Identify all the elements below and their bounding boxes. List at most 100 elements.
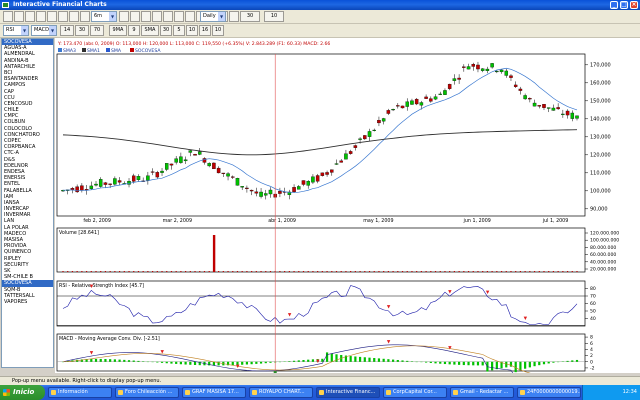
indicator-select-2[interactable]: MACD ▼: [31, 25, 57, 36]
volume-bar: [222, 271, 224, 272]
indicator-option-6[interactable]: 16: [199, 25, 211, 36]
volume-bar: [151, 271, 154, 272]
macd-histogram-bar: [505, 361, 508, 368]
interval-select[interactable]: Daily ▼: [200, 11, 226, 22]
candle-body: [504, 70, 509, 76]
toolbar-button-11[interactable]: [141, 11, 151, 22]
toolbar-button-2[interactable]: [14, 11, 24, 22]
candle-body: [155, 172, 160, 178]
window-title: Interactive Financial Charts: [13, 1, 107, 8]
indicator-param-2[interactable]: 70: [90, 25, 104, 36]
indicator-option-3[interactable]: 30: [160, 25, 172, 36]
minimize-button[interactable]: _: [610, 1, 618, 9]
chart-canvas[interactable]: Y: 173.470 (abs 0, 2009) O: 113,000 H: 1…: [55, 38, 640, 380]
candle-body: [344, 153, 348, 160]
macd-histogram-bar: [439, 361, 442, 364]
toolbar-button-7[interactable]: [69, 11, 79, 22]
close-button[interactable]: ×: [630, 1, 638, 9]
macd-histogram-bar: [349, 356, 352, 362]
volume-bar: [128, 271, 130, 272]
toolbar-button-15[interactable]: [185, 11, 195, 22]
indicator-param-1[interactable]: 30: [75, 25, 89, 36]
maximize-button[interactable]: □: [620, 1, 628, 9]
macd-histogram-bar: [193, 361, 197, 365]
candle-body: [363, 135, 367, 140]
toolbar-button-3[interactable]: [25, 11, 35, 22]
candle-body: [509, 75, 513, 78]
indicator-select-2-value: MACD: [34, 27, 49, 33]
macd-tick-label: 0: [590, 359, 593, 365]
start-button[interactable]: Inicio: [0, 385, 45, 400]
indicator-option-1[interactable]: 9: [128, 25, 140, 36]
app-icon: [118, 390, 123, 395]
volume-bar: [76, 271, 78, 272]
volume-bar: [397, 271, 399, 272]
macd-histogram-bar: [311, 359, 315, 362]
symbol-list[interactable]: SOCOVESA AGUAS-A ALMENDRAL ANDINA-B ANTARCH…: [1, 38, 54, 368]
date-label: may 1, 2009: [363, 218, 393, 224]
taskbar-item[interactable]: Gmail - Redactar ...: [450, 387, 514, 398]
macd-signal-marker: ▼: [448, 346, 452, 351]
volume-bar: [137, 271, 140, 272]
toolbar-button-5[interactable]: [47, 11, 57, 22]
indicator-param-0[interactable]: 14: [60, 25, 74, 36]
indicator-option-4[interactable]: 5: [173, 25, 185, 36]
toolbar-button-10[interactable]: [130, 11, 140, 22]
candle-body: [537, 105, 542, 107]
candle-body: [523, 95, 527, 100]
toolbar-small-0[interactable]: 30: [240, 11, 260, 22]
candle-body: [377, 120, 381, 124]
indicator-option-2[interactable]: SMA: [141, 25, 159, 36]
price-tick-label: 160,000: [590, 80, 611, 86]
taskbar-item[interactable]: 24F0000000000019...: [517, 387, 581, 398]
volume-bar: [482, 271, 484, 272]
toolbar-button-6[interactable]: [58, 11, 68, 22]
taskbar-item[interactable]: Foro Chileacción ...: [115, 387, 179, 398]
indicator-option-5[interactable]: 10: [186, 25, 198, 36]
candle-body: [75, 186, 79, 193]
toolbar-small-1[interactable]: 10: [264, 11, 284, 22]
chevron-down-icon: ▼: [218, 12, 225, 21]
toolbar-button-13[interactable]: [163, 11, 173, 22]
volume-bar: [170, 271, 173, 272]
period-select[interactable]: 6m ▼: [91, 11, 117, 22]
toolbar-button-12[interactable]: [152, 11, 162, 22]
taskbar-item[interactable]: Interactive Financ...: [316, 387, 380, 398]
taskbar-item[interactable]: ROYALPO CHART...: [249, 387, 313, 398]
indicator-option-7[interactable]: 10: [212, 25, 224, 36]
candle-body: [278, 191, 282, 194]
rsi-signal-marker: ▼: [387, 305, 391, 310]
price-tick-label: 110,000: [590, 170, 611, 176]
volume-bar: [444, 271, 446, 272]
toolbar-primary: 6m ▼ Daily ▼ 30 10: [0, 10, 640, 24]
indicator-select-1[interactable]: RSI ▼: [3, 25, 29, 36]
candle-body: [367, 131, 372, 137]
candle-body: [546, 107, 551, 109]
candle-body: [160, 170, 164, 173]
taskbar-item[interactable]: Información: [48, 387, 112, 398]
volume-bar: [71, 271, 74, 272]
title-bar[interactable]: Interactive Financial Charts _ □ ×: [0, 0, 640, 10]
taskbar-item[interactable]: CorpCapital Cor...: [383, 387, 447, 398]
toolbar-button-8[interactable]: [80, 11, 90, 22]
volume-bar: [477, 271, 479, 272]
price-tick-label: 140,000: [590, 116, 611, 122]
macd-histogram-bar: [524, 361, 527, 369]
toolbar-button-14[interactable]: [174, 11, 184, 22]
indicator-option-0[interactable]: 9MA: [109, 25, 127, 36]
macd-histogram-bar: [109, 359, 112, 362]
volume-bar: [203, 271, 206, 272]
start-label: Inicio: [13, 388, 35, 396]
taskbar-item-label: GRAF MASISA 17...: [192, 389, 239, 395]
toolbar-button-19[interactable]: [229, 11, 239, 22]
toolbar-button-1[interactable]: [3, 11, 13, 22]
macd-histogram-bar: [443, 361, 447, 365]
candle-body: [245, 187, 249, 189]
taskbar-item[interactable]: GRAF MASISA 17...: [182, 387, 246, 398]
symbol-list-item[interactable]: VAPORES: [2, 299, 53, 305]
macd-signal-marker: ▼: [316, 359, 320, 364]
toolbar-button-9[interactable]: [119, 11, 129, 22]
toolbar-button-4[interactable]: [36, 11, 46, 22]
system-tray: 12:34: [582, 385, 640, 400]
chart-area[interactable]: Y: 173.470 (abs 0, 2009) O: 113,000 H: 1…: [55, 38, 640, 380]
